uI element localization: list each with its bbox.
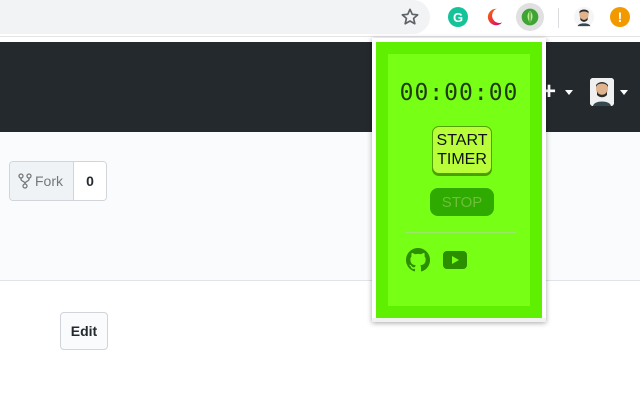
start-label-line1: START	[436, 132, 488, 149]
popup-frame: 00:00:00 START TIMER STOP	[376, 42, 542, 318]
popup-bottom-edge	[372, 318, 546, 322]
fork-count[interactable]: 0	[74, 162, 106, 200]
github-icon[interactable]	[406, 248, 431, 272]
alert-symbol: !	[610, 7, 630, 27]
grammarly-letter: G	[448, 7, 468, 27]
popup-divider	[406, 232, 516, 233]
extension-leaf-icon[interactable]	[516, 3, 544, 31]
timer-extension-popup: 00:00:00 START TIMER STOP	[372, 38, 546, 322]
fork-button-group: Fork 0	[9, 161, 107, 201]
star-icon[interactable]	[398, 5, 422, 29]
fork-button[interactable]: Fork	[10, 162, 74, 200]
start-label-line2: TIMER	[437, 151, 487, 168]
youtube-icon[interactable]	[442, 248, 467, 272]
user-avatar-icon[interactable]	[590, 78, 614, 106]
browser-toolbar: G !	[0, 0, 640, 37]
fork-label: Fork	[35, 173, 63, 189]
start-timer-label: START TIMER	[437, 131, 488, 169]
crescent-moon-icon[interactable]	[482, 5, 506, 29]
grammarly-icon[interactable]: G	[446, 5, 470, 29]
address-bar[interactable]	[0, 0, 430, 34]
profile-avatar-icon[interactable]	[572, 5, 596, 29]
fork-icon	[18, 173, 32, 189]
caret-down-icon[interactable]	[565, 90, 573, 95]
update-alert-icon[interactable]: !	[608, 5, 632, 29]
stop-button[interactable]: STOP	[430, 188, 494, 216]
start-timer-button[interactable]: START TIMER	[432, 126, 492, 174]
avatar-caret-down-icon[interactable]	[620, 90, 628, 95]
edit-button[interactable]: Edit	[60, 312, 108, 350]
timer-display: 00:00:00	[399, 80, 519, 106]
toolbar-separator	[558, 8, 559, 28]
